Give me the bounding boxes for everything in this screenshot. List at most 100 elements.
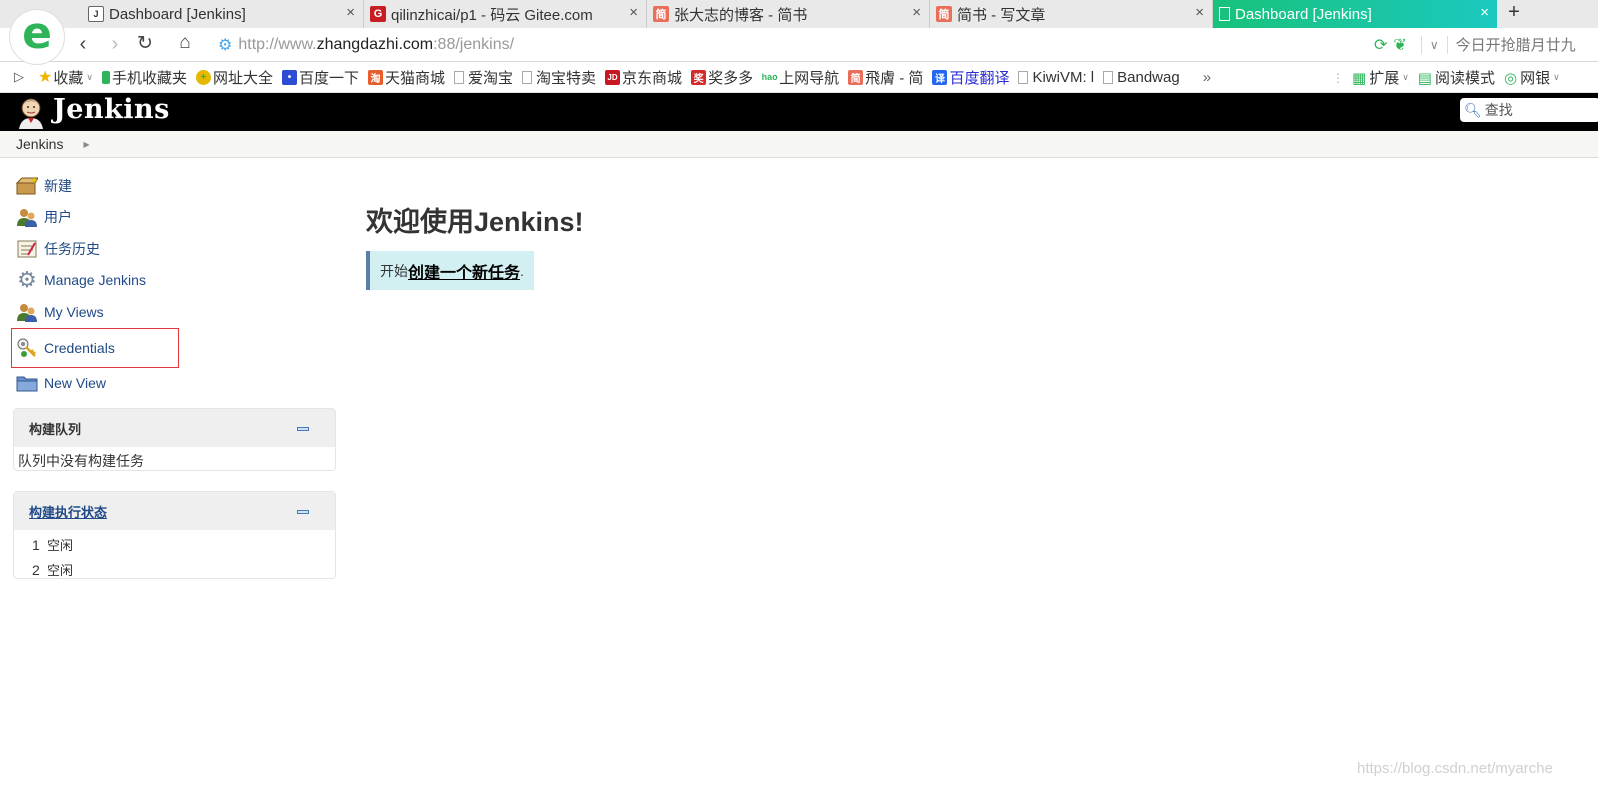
extension-icon: ▦: [1352, 69, 1367, 87]
tab-dashboard-jenkins-active[interactable]: Dashboard [Jenkins] ×: [1213, 0, 1497, 28]
tab-jianshu-write[interactable]: 简 简书 - 写文章 ×: [930, 0, 1213, 28]
task-build-history[interactable]: 任务历史: [12, 233, 337, 265]
bookmarks-more-button[interactable]: »: [1203, 69, 1211, 86]
extensions-button[interactable]: ▦ 扩展 ∨: [1352, 67, 1409, 88]
task-new-view[interactable]: New View: [12, 368, 337, 400]
task-label[interactable]: 新建: [44, 176, 72, 196]
forward-button[interactable]: ›: [103, 33, 127, 56]
collapse-icon[interactable]: [297, 427, 309, 431]
bookmark-baidu-translate[interactable]: 译百度翻译: [932, 67, 1009, 88]
jenkins-butler-logo-icon[interactable]: [14, 95, 48, 129]
browser-logo-icon[interactable]: e: [9, 9, 65, 65]
new-tab-button[interactable]: +: [1504, 1, 1524, 24]
star-icon: ★: [38, 69, 53, 86]
cta-suffix: .: [520, 262, 524, 279]
bookmark-jiangduoduo[interactable]: 奖奖多多: [691, 67, 753, 88]
create-new-job-link[interactable]: 创建一个新任务: [408, 259, 520, 283]
drag-handle-icon: ⋮: [1332, 70, 1344, 85]
task-people[interactable]: 用户: [12, 202, 337, 234]
tab-close-icon[interactable]: ×: [346, 4, 355, 21]
url-suffix: :88/jenkins/: [433, 36, 515, 53]
build-queue-title: 构建队列: [29, 421, 82, 437]
refresh-green-icon[interactable]: ⟳: [1374, 35, 1387, 55]
executor-row: 2 空闲: [14, 557, 335, 582]
manage-gear-icon: ⚙: [17, 267, 37, 293]
tab-close-icon[interactable]: ×: [1480, 4, 1489, 21]
bookmark-favorites[interactable]: ★ 收藏 ∨: [38, 67, 93, 88]
promo-text[interactable]: 今日开抢腊月廿九: [1456, 34, 1576, 55]
task-label[interactable]: Manage Jenkins: [44, 272, 146, 288]
bookmark-aitaobao[interactable]: 爱淘宝: [454, 67, 513, 88]
tab-title: Dashboard [Jenkins]: [1235, 5, 1372, 23]
jianshu-favicon-icon: 简: [936, 6, 952, 22]
bookmark-jd[interactable]: JD 京东商城: [605, 67, 682, 88]
create-job-callout: 开始 创建一个新任务.: [366, 251, 534, 290]
pane-body: 1 空闲 2 空闲: [14, 530, 335, 582]
page-icon: [1103, 70, 1114, 84]
task-new-item[interactable]: ✦ 新建: [12, 170, 337, 202]
url-input[interactable]: ⚙ http://www. zhangdazhi.com:88/jenkins/: [210, 32, 1440, 58]
search-input[interactable]: 🔍︎ 查找: [1460, 98, 1598, 122]
search-placeholder: 查找: [1484, 102, 1513, 118]
bookmark-jianshu[interactable]: 简飛膚 - 简: [848, 67, 923, 88]
bookmark-hao[interactable]: hao 上网导航: [762, 67, 839, 88]
executor-number: 1: [32, 536, 40, 553]
bookmark-tmall[interactable]: 淘天猫商城: [368, 67, 445, 88]
people-icon: [16, 206, 38, 228]
jenkins-title[interactable]: Jenkins: [53, 94, 170, 125]
new-view-folder-icon: [16, 372, 38, 394]
read-mode-button[interactable]: ▤ 阅读模式: [1418, 67, 1495, 88]
leaf-icon[interactable]: ❦: [1393, 35, 1406, 55]
search-icon: 🔍︎: [1464, 101, 1482, 118]
tab-jianshu-blog[interactable]: 简 张大志的博客 - 简书 ×: [647, 0, 930, 28]
chevron-down-icon: ∨: [1553, 72, 1560, 82]
task-manage-jenkins[interactable]: ⚙ Manage Jenkins: [12, 265, 337, 297]
bookmark-kiwivm[interactable]: KiwiVM: l: [1018, 69, 1094, 86]
breadcrumb: Jenkins ▶: [0, 131, 1598, 158]
bank-button[interactable]: ◎ 网银 ∨: [1504, 67, 1560, 88]
task-label[interactable]: New View: [44, 375, 106, 391]
chevron-down-icon: ∨: [1402, 72, 1409, 82]
tab-title: Dashboard [Jenkins]: [109, 5, 246, 23]
bookmark-taobao-temai[interactable]: 淘宝特卖: [522, 67, 596, 88]
site-info-icon[interactable]: ⚙: [218, 35, 232, 55]
breadcrumb-item-jenkins[interactable]: Jenkins: [16, 136, 63, 152]
task-label[interactable]: 任务历史: [44, 239, 100, 259]
task-label[interactable]: My Views: [44, 304, 104, 320]
task-credentials[interactable]: Credentials: [11, 327, 179, 368]
hao-icon: hao: [762, 69, 778, 85]
tab-title: 简书 - 写文章: [957, 6, 1046, 24]
bookmark-web[interactable]: + 网址大全: [195, 67, 273, 88]
reload-button[interactable]: ↻: [133, 32, 157, 55]
bookmark-bandwag[interactable]: Bandwag: [1103, 69, 1180, 86]
home-button[interactable]: ⌂: [173, 32, 197, 54]
bookmark-baidu[interactable]: • 百度一下: [281, 67, 359, 88]
tab-close-icon[interactable]: ×: [629, 4, 638, 21]
credentials-icon: [16, 337, 38, 359]
address-bar-tools: ⟳ ❦ ∨ 今日开抢腊月廿九: [1374, 34, 1576, 55]
sidebar-toggle-icon[interactable]: ▷: [14, 69, 24, 85]
main-panel: 欢迎使用Jenkins! 开始 创建一个新任务.: [366, 200, 584, 290]
breadcrumb-arrow-icon[interactable]: ▶: [83, 140, 89, 149]
bookmark-phone[interactable]: 手机收藏夹: [101, 67, 187, 88]
jd-icon: JD: [605, 69, 621, 85]
back-button[interactable]: ‹: [71, 33, 95, 56]
page-icon: [522, 70, 533, 84]
tab-gitee[interactable]: G qilinzhicai/p1 - 码云 Gitee.com ×: [364, 0, 647, 28]
translate-icon: 译: [932, 69, 948, 85]
task-label[interactable]: 用户: [44, 207, 72, 227]
collapse-icon[interactable]: [297, 510, 309, 514]
executor-status: 空闲: [47, 538, 74, 553]
web-icon: +: [195, 69, 211, 85]
phone-icon: [101, 70, 110, 84]
gitee-favicon-icon: G: [370, 6, 386, 22]
task-my-views[interactable]: My Views: [12, 296, 337, 328]
task-label[interactable]: Credentials: [44, 340, 115, 356]
side-panel: ✦ 新建 用户 任务历史 ⚙ Manage Jenkins My Views C…: [11, 170, 337, 400]
tab-close-icon[interactable]: ×: [912, 4, 921, 21]
tab-title: 张大志的博客 - 简书: [674, 6, 808, 24]
tab-close-icon[interactable]: ×: [1195, 4, 1204, 21]
executors-title-link[interactable]: 构建执行状态: [29, 502, 107, 521]
chevron-down-icon[interactable]: ∨: [1430, 38, 1439, 52]
tab-dashboard-jenkins-1[interactable]: J Dashboard [Jenkins] ×: [82, 0, 364, 28]
